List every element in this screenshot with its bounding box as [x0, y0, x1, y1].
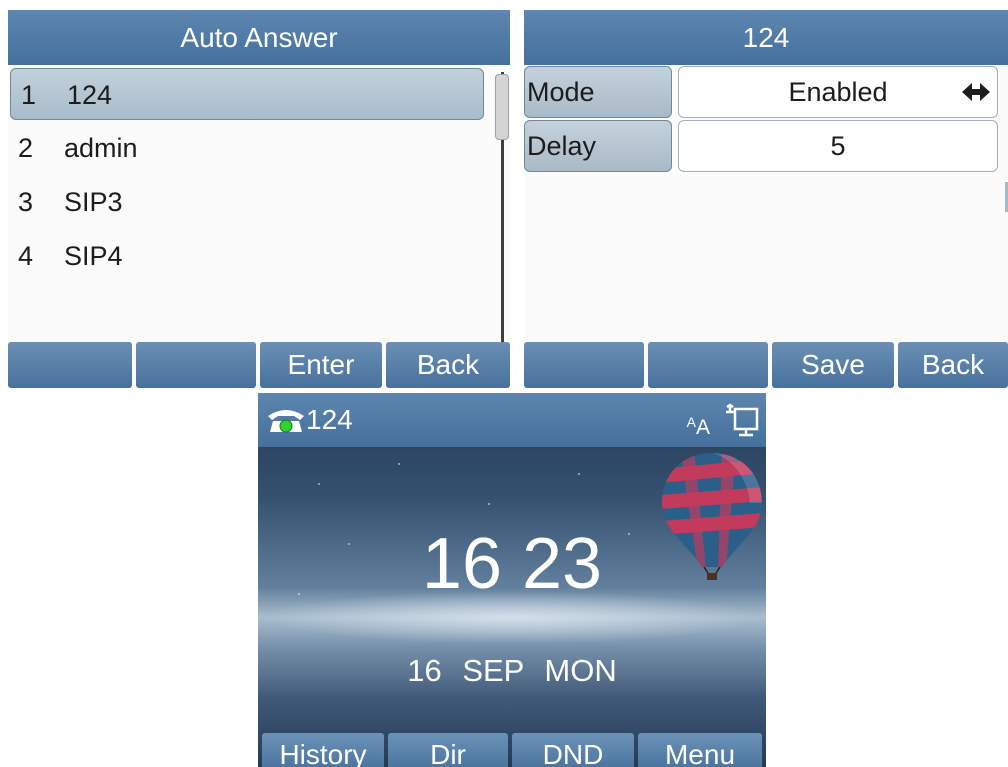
auto-answer-title: Auto Answer — [8, 10, 510, 65]
account-item-3[interactable]: 3 SIP3 — [8, 176, 486, 228]
dnd-button[interactable]: DND — [512, 733, 634, 767]
softkey-bar: Enter Back — [8, 342, 510, 388]
softkey-bar: Save Back — [524, 342, 1008, 388]
auto-answer-settings-screen: 124 Mode Enabled Delay 5 Save Back — [524, 10, 1008, 388]
account-label: 124 — [67, 80, 113, 110]
idle-screen: 124 AA 16 23 16 SEP MON History Dir DND … — [258, 393, 766, 767]
softkey-2[interactable] — [648, 342, 768, 388]
mode-select[interactable]: Enabled — [678, 66, 998, 118]
account-title: 124 — [524, 10, 1008, 65]
font-size-icon: AA — [686, 414, 710, 439]
date: 16 SEP MON — [407, 653, 617, 688]
account-item-4[interactable]: 4 SIP4 — [8, 230, 486, 282]
account-label: admin — [64, 133, 138, 163]
account-item-2[interactable]: 2 admin — [8, 122, 486, 174]
softkey-2[interactable] — [136, 342, 256, 388]
account-index: 3 — [18, 187, 34, 217]
account-index: 4 — [18, 241, 34, 271]
auto-answer-screen: Auto Answer 1 124 2 admin 3 SIP3 4 SIP4 … — [8, 10, 510, 388]
history-button[interactable]: History — [262, 733, 384, 767]
mode-label: Mode — [524, 66, 672, 118]
status-bar: 124 AA — [258, 393, 766, 447]
clock: 16 23 — [421, 524, 603, 604]
account-label: SIP4 — [64, 241, 123, 271]
enter-button[interactable]: Enter — [260, 342, 382, 388]
account-label: SIP3 — [64, 187, 123, 217]
menu-button[interactable]: Menu — [638, 733, 762, 767]
scrollbar-thumb[interactable] — [495, 74, 509, 140]
delay-label: Delay — [524, 120, 672, 172]
account-label: 124 — [306, 404, 353, 435]
account-item-1[interactable]: 1 124 — [10, 68, 484, 120]
account-index: 2 — [18, 133, 34, 163]
delay-input[interactable]: 5 — [678, 120, 998, 172]
directory-button[interactable]: Dir — [388, 733, 508, 767]
arrows-left-right-icon[interactable] — [961, 81, 991, 103]
softkey-1[interactable] — [8, 342, 132, 388]
phone-icon — [268, 410, 304, 433]
back-button[interactable]: Back — [386, 342, 510, 388]
softkey-1[interactable] — [524, 342, 644, 388]
back-button[interactable]: Back — [898, 342, 1008, 388]
mode-value: Enabled — [788, 77, 888, 107]
account-index: 1 — [21, 80, 37, 110]
network-icon — [726, 403, 759, 437]
list-scrollbar[interactable] — [494, 68, 510, 344]
save-button[interactable]: Save — [772, 342, 894, 388]
